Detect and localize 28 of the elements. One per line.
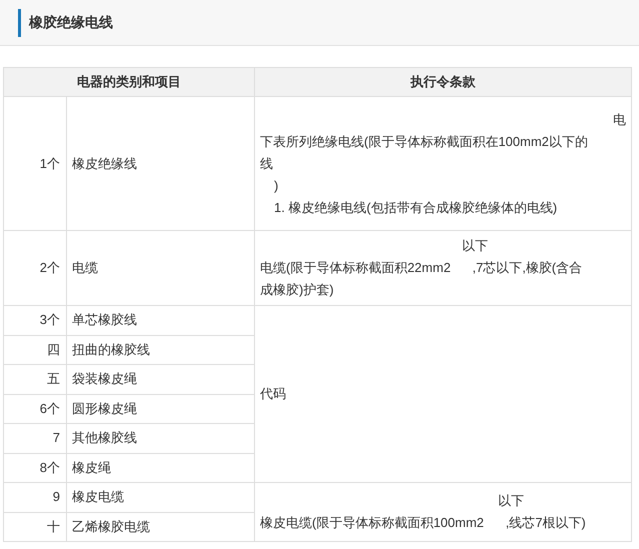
provision-text: 代码 (260, 386, 286, 401)
column-header: 电器的类别和项目 (4, 68, 254, 96)
table-cell: 十 (4, 512, 66, 542)
provision-text: 下表所列绝缘电线(限于导体标称截面积在100mm2以下的 (260, 134, 588, 148)
provision-note: 以下 (498, 493, 524, 508)
provision-text: ) (274, 178, 278, 192)
provision-note: 以下 (462, 238, 488, 253)
table-cell: 7 (4, 424, 66, 453)
table-cell: 9 (4, 482, 66, 512)
table-cell: 四 (4, 335, 66, 364)
table-cell: 橡皮绝缘线 (66, 96, 254, 230)
table-cell: 1个 (4, 96, 66, 230)
provision-text: 电 (613, 110, 626, 128)
table-cell: 五 (4, 364, 66, 394)
table-cell: 单芯橡胶线 (66, 306, 254, 335)
provision-text: 1. 橡皮绝缘电线(包括带有合成橡胶绝缘体的电线) (274, 200, 558, 214)
table-cell: 8个 (4, 453, 66, 482)
provision-text: 橡皮电缆(限于导体标称截面积100mm2 ,线芯7根以下) (260, 515, 586, 530)
provision-text: 电缆(限于导体标称截面积22mm2 ,7芯以下,橡胶(含合 (260, 260, 582, 275)
provision-text: 成橡胶)护套) (260, 282, 334, 297)
table-cell: 6个 (4, 394, 66, 424)
table-cell: 电缆 (66, 230, 254, 306)
table-cell: 橡皮电缆 (66, 482, 254, 512)
table-cell: 3个 (4, 306, 66, 335)
column-header: 执行令条款 (254, 68, 632, 96)
provision-text: 线 (260, 156, 273, 170)
section-title: 橡胶绝缘电线 (29, 13, 113, 32)
table-cell: 2个 (4, 230, 66, 306)
